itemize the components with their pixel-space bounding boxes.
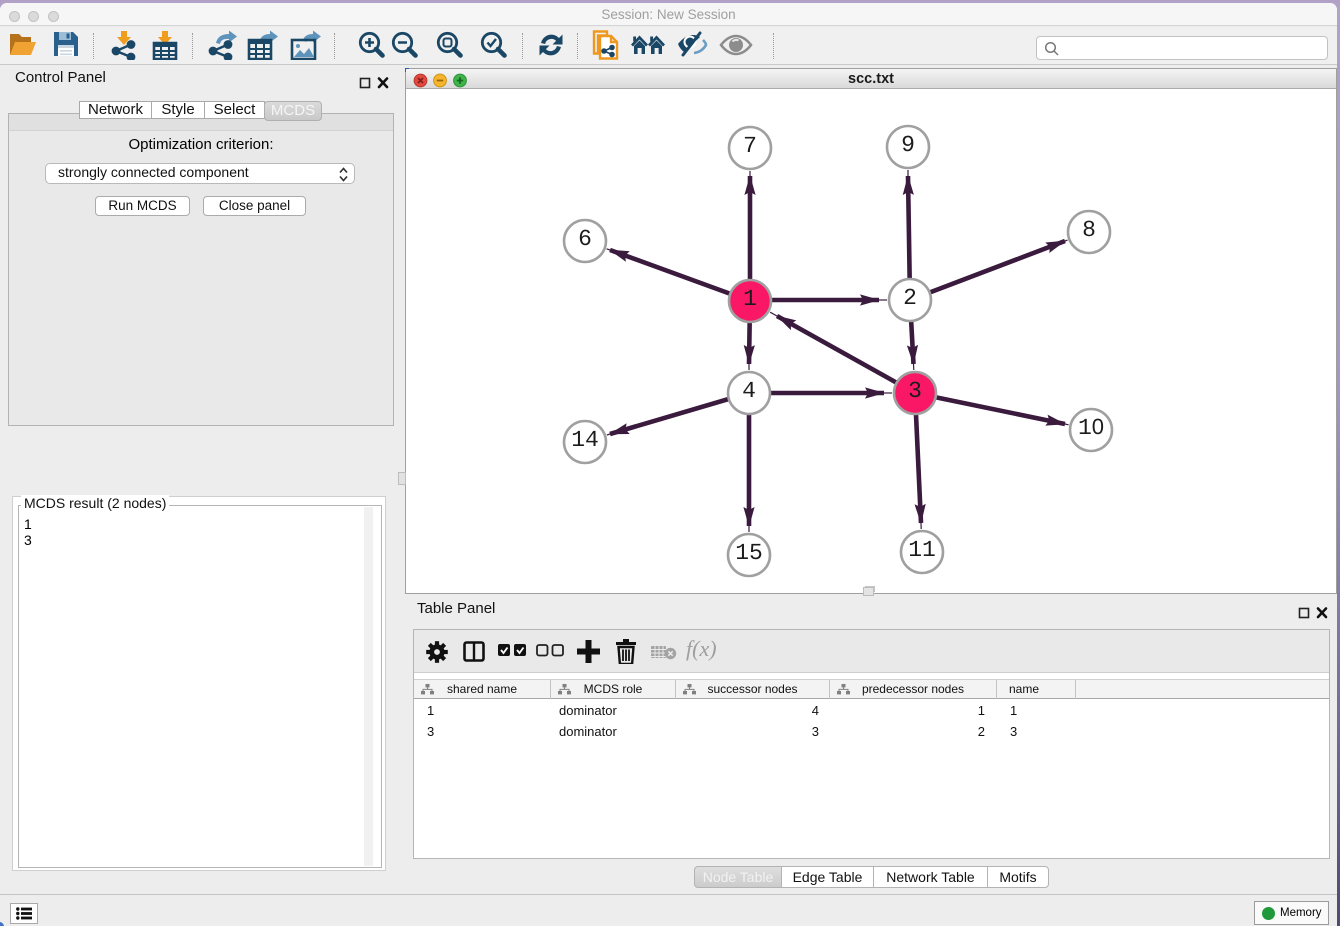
svg-text:14: 14 (571, 427, 599, 453)
svg-text:11: 11 (908, 537, 936, 563)
svg-text:1: 1 (743, 286, 757, 312)
svg-text:6: 6 (578, 226, 592, 252)
svg-text:7: 7 (743, 133, 757, 159)
svg-text:3: 3 (908, 378, 922, 404)
svg-text:10: 10 (1078, 414, 1104, 441)
svg-text:2: 2 (903, 285, 917, 311)
svg-text:4: 4 (742, 378, 756, 404)
svg-text:15: 15 (735, 540, 763, 566)
svg-text:9: 9 (901, 132, 915, 158)
svg-text:8: 8 (1082, 217, 1096, 243)
